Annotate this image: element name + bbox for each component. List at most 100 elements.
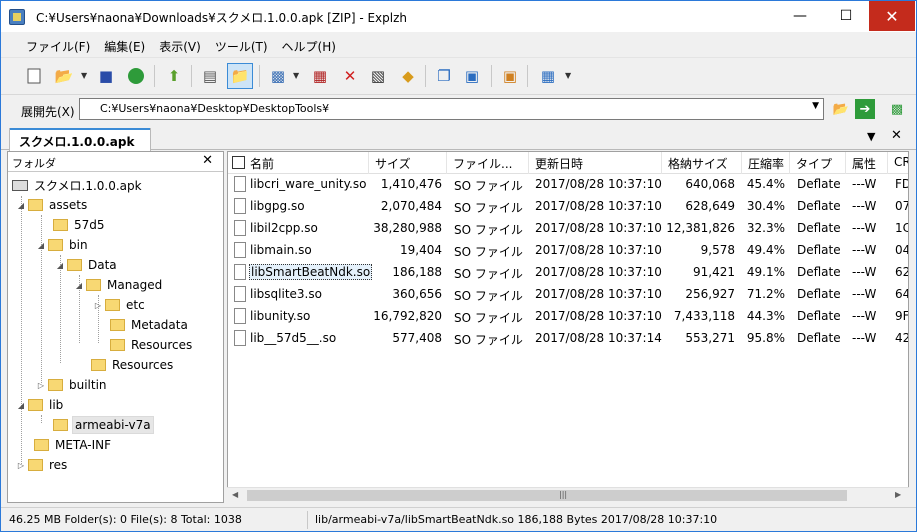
test-icon[interactable]	[123, 63, 149, 89]
folder-icon	[67, 259, 82, 271]
view-icon[interactable]: ▤	[197, 63, 223, 89]
tree-item-builtin[interactable]: ▷ builtin	[34, 375, 109, 395]
properties-icon[interactable]: ▧	[365, 63, 391, 89]
menu-file[interactable]: ファイル(F)	[19, 34, 97, 57]
key-icon[interactable]: ◆	[395, 63, 421, 89]
tree-item-data[interactable]: ◢ Data	[53, 255, 119, 275]
address-label: 展開先(X)	[21, 105, 75, 119]
tree-item-57d5[interactable]: 57d5	[53, 215, 107, 235]
column-method[interactable]: タイプ	[790, 152, 846, 174]
folder-pane-header: フォルダ ✕	[8, 152, 223, 172]
grid-dropdown-icon[interactable]: ▼	[565, 71, 571, 80]
scrollbar-thumb[interactable]: |||	[247, 490, 847, 501]
file-icon	[234, 198, 246, 214]
column-name[interactable]: 名前	[228, 152, 369, 174]
open-dropdown-icon[interactable]: ▼	[81, 71, 87, 80]
go-arrow-icon[interactable]: ➔	[855, 99, 875, 119]
title-bar[interactable]: C:¥Users¥naona¥Downloads¥スクメロ.1.0.0.apk …	[1, 1, 916, 32]
up-folder-icon[interactable]: ⬆	[161, 63, 187, 89]
file-row[interactable]: libmain.so 19,404 SO ファイル 2017/08/28 10:…	[228, 240, 908, 262]
app-window: C:¥Users¥naona¥Downloads¥スクメロ.1.0.0.apk …	[0, 0, 917, 532]
collapse-icon[interactable]: ◢	[53, 261, 67, 270]
archive-icon	[12, 179, 28, 191]
browse-folder-icon[interactable]: 📂	[831, 99, 851, 119]
tab-strip: スクメロ.1.0.0.apk ▼ ✕	[1, 126, 916, 151]
copy-icon[interactable]: ❐	[431, 63, 457, 89]
address-input[interactable]: C:¥Users¥naona¥Desktop¥DesktopTools¥ ▼	[79, 98, 824, 120]
expand-icon[interactable]: ▷	[91, 301, 105, 310]
expand-icon[interactable]: ▷	[34, 381, 48, 390]
extract-dropdown-icon[interactable]: ▼	[293, 71, 299, 80]
tree-item-assets[interactable]: ◢ assets	[14, 195, 89, 215]
menu-edit[interactable]: 編集(E)	[97, 34, 152, 57]
collapse-icon[interactable]: ◢	[14, 401, 28, 410]
tab-close-icon[interactable]: ✕	[891, 128, 902, 143]
menu-view[interactable]: 表示(V)	[152, 34, 208, 57]
column-attributes[interactable]: 属性	[846, 152, 888, 174]
folder-icon	[105, 299, 120, 311]
folder-icon	[48, 379, 63, 391]
tree-item-etc[interactable]: ▷ etc	[91, 295, 147, 315]
folder-icon	[28, 199, 43, 211]
collapse-icon[interactable]: ◢	[72, 281, 86, 290]
tree-item-meta-inf[interactable]: META-INF	[34, 435, 113, 455]
horizontal-scrollbar[interactable]: ◀ ||| ▶	[227, 487, 909, 503]
tree-item-bin[interactable]: ◢ bin	[34, 235, 90, 255]
maximize-button[interactable]: ☐	[823, 1, 869, 31]
app-icon	[9, 9, 25, 25]
column-modified[interactable]: 更新日時	[529, 152, 662, 174]
minimize-button[interactable]: —	[777, 1, 823, 31]
tree-item-resources-managed[interactable]: Resources	[110, 335, 194, 355]
tree-item-res[interactable]: ▷ res	[14, 455, 69, 475]
grid-view-icon[interactable]: ▦	[535, 63, 561, 89]
status-summary: 46.25 MB Folder(s): 0 File(s): 8 Total: …	[9, 513, 242, 526]
folder-icon	[91, 359, 106, 371]
new-archive-icon[interactable]	[21, 63, 47, 89]
add-icon[interactable]: ▦	[307, 63, 333, 89]
file-icon	[234, 286, 246, 302]
tree-item-archive[interactable]: スクメロ.1.0.0.apk	[12, 175, 144, 195]
file-icon	[234, 264, 246, 280]
extract-icon[interactable]: ▩	[265, 63, 291, 89]
address-dropdown-icon[interactable]: ▼	[812, 101, 819, 111]
collapse-icon[interactable]: ◢	[34, 241, 48, 250]
tab-list-icon[interactable]: ▼	[867, 130, 875, 143]
file-row[interactable]: lib__57d5__.so 577,408 SO ファイル 2017/08/2…	[228, 328, 908, 350]
column-size[interactable]: サイズ	[369, 152, 447, 174]
folder-view-icon[interactable]: 📁	[227, 63, 253, 89]
folder-icon	[86, 279, 101, 291]
select-all-checkbox[interactable]	[232, 156, 245, 169]
scroll-left-icon[interactable]: ◀	[232, 490, 238, 499]
file-row[interactable]: libsqlite3.so 360,656 SO ファイル 2017/08/28…	[228, 284, 908, 306]
column-ratio[interactable]: 圧縮率	[742, 152, 790, 174]
tree-item-lib[interactable]: ◢ lib	[14, 395, 65, 415]
tree-item-managed[interactable]: ◢ Managed	[72, 275, 164, 295]
file-row[interactable]: libgpg.so 2,070,484 SO ファイル 2017/08/28 1…	[228, 196, 908, 218]
menu-tools[interactable]: ツール(T)	[208, 34, 275, 57]
expand-icon[interactable]: ▷	[14, 461, 28, 470]
column-crc[interactable]: CR	[888, 152, 908, 174]
tree-item-armeabi[interactable]: armeabi-v7a	[53, 415, 154, 435]
open-archive-icon[interactable]: 📂	[51, 63, 77, 89]
column-packed-size[interactable]: 格納サイズ	[662, 152, 742, 174]
menu-help[interactable]: ヘルプ(H)	[275, 34, 343, 57]
file-row[interactable]: libcri_ware_unity.so 1,410,476 SO ファイル 2…	[228, 174, 908, 196]
folder-pane-close-icon[interactable]: ✕	[202, 153, 213, 168]
column-type[interactable]: ファイル...	[447, 152, 529, 174]
save-icon[interactable]: ■	[93, 63, 119, 89]
tree-item-resources-data[interactable]: Resources	[91, 355, 175, 375]
scroll-right-icon[interactable]: ▶	[895, 490, 901, 499]
delete-icon[interactable]: ✕	[337, 63, 363, 89]
collapse-icon[interactable]: ◢	[14, 201, 28, 210]
status-selection: lib/armeabi-v7a/libSmartBeatNdk.so 186,1…	[315, 513, 718, 526]
file-row[interactable]: libunity.so 16,792,820 SO ファイル 2017/08/2…	[228, 306, 908, 328]
file-row[interactable]: libil2cpp.so 38,280,988 SO ファイル 2017/08/…	[228, 218, 908, 240]
close-button[interactable]: ✕	[869, 1, 915, 31]
tree-item-metadata[interactable]: Metadata	[110, 315, 190, 335]
extract-here-icon[interactable]: ▩	[887, 99, 907, 119]
folder-icon	[48, 239, 63, 251]
window-icon[interactable]: ▣	[459, 63, 485, 89]
tab-archive[interactable]: スクメロ.1.0.0.apk	[9, 128, 151, 151]
image-icon[interactable]: ▣	[497, 63, 523, 89]
file-row-selected[interactable]: libSmartBeatNdk.so 186,188 SO ファイル 2017/…	[228, 262, 908, 284]
